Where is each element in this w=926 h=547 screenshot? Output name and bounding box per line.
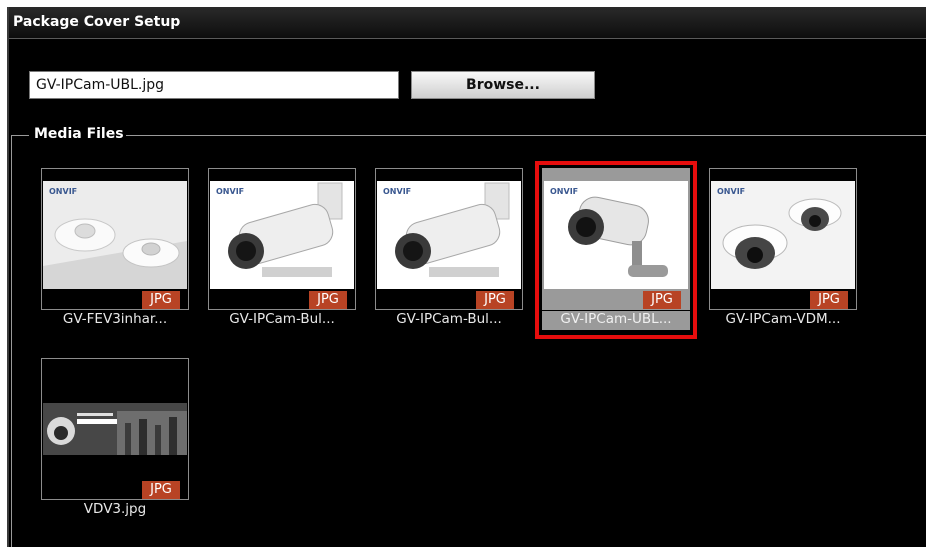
- media-item[interactable]: JPG VDV3.jpg: [41, 358, 189, 523]
- onvif-logo: ONVIF: [216, 187, 245, 196]
- media-item-caption: GV-IPCam-VDM...: [725, 311, 841, 327]
- media-item-selected[interactable]: ONVIF JPG GV-IPCam-UBL...: [535, 161, 697, 339]
- media-item[interactable]: ONVIF JPG GV-IPCam-Bul...: [375, 168, 523, 333]
- onvif-logo: ONVIF: [550, 187, 579, 196]
- jpg-badge: JPG: [142, 481, 180, 499]
- bullet-camera-image: ONVIF: [210, 181, 354, 289]
- cover-file-input[interactable]: GV-IPCam-UBL.jpg: [29, 71, 399, 99]
- thumbnail-frame: ONVIF JPG: [41, 168, 189, 310]
- jpg-badge: JPG: [309, 291, 347, 309]
- media-item-caption: GV-IPCam-UBL...: [542, 311, 690, 330]
- bullet-camera-image: ONVIF: [377, 181, 521, 289]
- media-item-caption: VDV3.jpg: [83, 501, 147, 517]
- onvif-logo: ONVIF: [717, 187, 746, 196]
- media-item-caption: GV-IPCam-Bul...: [229, 311, 335, 327]
- fieldset-border: [126, 135, 926, 136]
- package-cover-setup-window: Package Cover Setup GV-IPCam-UBL.jpg Bro…: [7, 7, 926, 547]
- fieldset-border: [11, 135, 12, 547]
- ubl-camera-image: ONVIF: [544, 181, 688, 289]
- fisheye-camera-image: ONVIF: [43, 181, 187, 289]
- media-files-legend: Media Files: [32, 126, 126, 142]
- onvif-logo: ONVIF: [383, 187, 412, 196]
- thumbnail-frame: ONVIF JPG: [542, 168, 690, 310]
- jpg-badge: JPG: [643, 291, 681, 309]
- thumbnail-frame: ONVIF JPG: [375, 168, 523, 310]
- thumbnail-frame: ONVIF JPG: [709, 168, 857, 310]
- jpg-badge: JPG: [810, 291, 848, 309]
- window-title: Package Cover Setup: [9, 7, 926, 39]
- media-item-caption: GV-FEV3inhar...: [62, 311, 168, 327]
- browse-button[interactable]: Browse...: [411, 71, 595, 99]
- media-item[interactable]: ONVIF JPG GV-IPCam-VDM...: [709, 168, 857, 333]
- promo-banner-image: [43, 403, 187, 455]
- media-item[interactable]: ONVIF JPG GV-IPCam-Bul...: [208, 168, 356, 333]
- thumbnail-frame: JPG: [41, 358, 189, 500]
- dome-camera-image: ONVIF: [711, 181, 855, 289]
- thumbnail-frame: ONVIF JPG: [208, 168, 356, 310]
- media-item-caption: GV-IPCam-Bul...: [396, 311, 502, 327]
- jpg-badge: JPG: [476, 291, 514, 309]
- onvif-logo: ONVIF: [49, 187, 78, 196]
- media-item[interactable]: ONVIF JPG GV-FEV3inhar...: [41, 168, 189, 333]
- fieldset-border: [11, 135, 29, 136]
- jpg-badge: JPG: [142, 291, 180, 309]
